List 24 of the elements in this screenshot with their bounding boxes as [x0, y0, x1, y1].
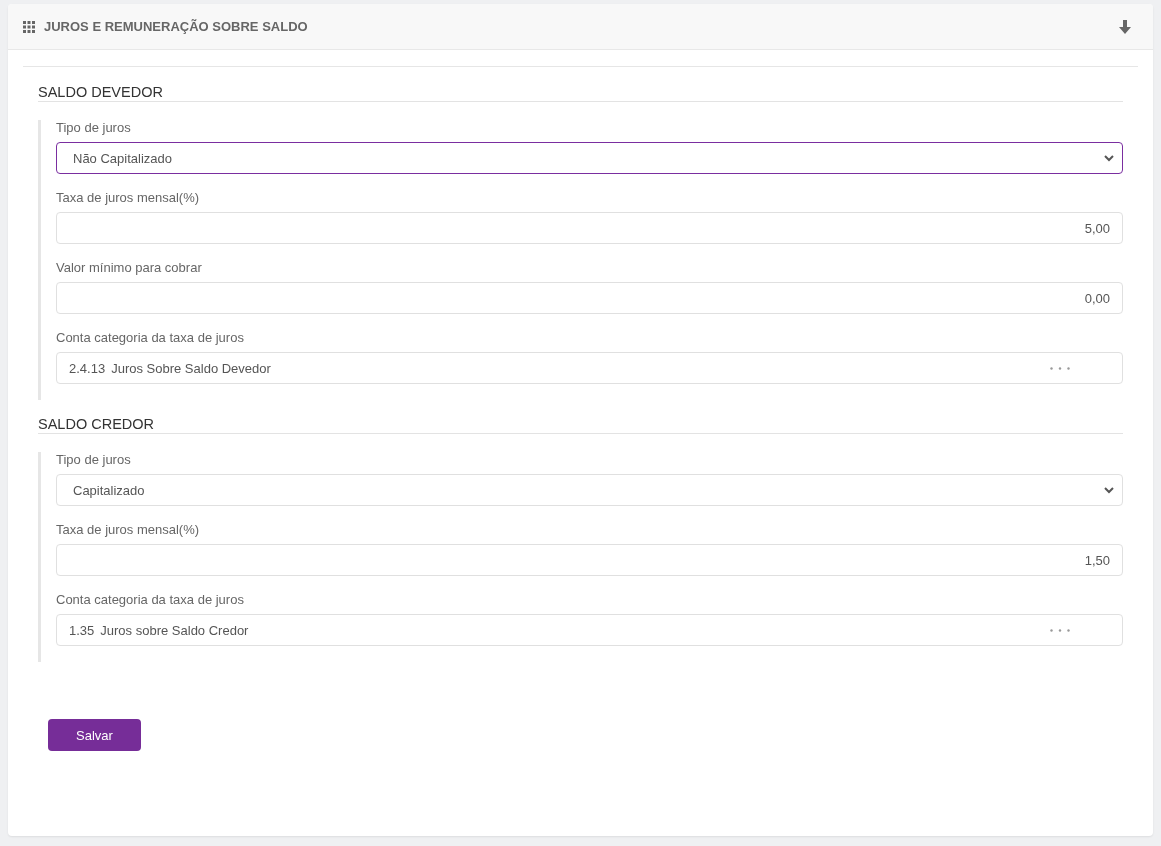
arrow-down-icon[interactable] — [1119, 19, 1131, 34]
field-label: Taxa de juros mensal(%) — [56, 190, 201, 206]
save-button[interactable]: Salvar — [48, 719, 141, 751]
grid-icon — [23, 20, 35, 33]
chevron-down-icon — [1104, 486, 1114, 494]
select-field[interactable]: Não Capitalizado — [56, 142, 1123, 174]
section-title: SALDO CREDOR — [38, 415, 1123, 434]
lookup-field[interactable]: 1.35 Juros sobre Saldo Credor — [56, 614, 1123, 646]
ellipsis-icon[interactable] — [1050, 628, 1070, 632]
field-label: Valor mínimo para cobrar — [56, 260, 203, 276]
field-label: Conta categoria da taxa de juros — [56, 330, 245, 346]
chevron-down-icon — [1104, 154, 1114, 162]
number-input[interactable]: 0,00 — [56, 282, 1123, 314]
lookup-field[interactable]: 2.4.13 Juros Sobre Saldo Devedor — [56, 352, 1123, 384]
field-label: Tipo de juros — [56, 452, 132, 468]
ellipsis-icon[interactable] — [1050, 366, 1070, 370]
section-title: SALDO DEVEDOR — [38, 83, 1123, 102]
field-label: Conta categoria da taxa de juros — [56, 592, 245, 608]
field-label: Tipo de juros — [56, 120, 132, 136]
field-label: Taxa de juros mensal(%) — [56, 522, 201, 538]
number-input[interactable]: 5,00 — [56, 212, 1123, 244]
panel-title: JUROS E REMUNERAÇÃO SOBRE SALDO — [44, 19, 309, 34]
select-field[interactable]: Capitalizado — [56, 474, 1123, 506]
number-input[interactable]: 1,50 — [56, 544, 1123, 576]
